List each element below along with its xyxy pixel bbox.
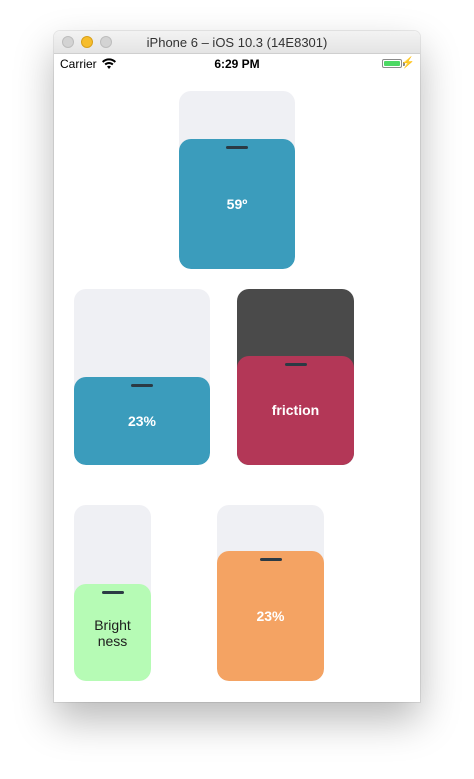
drag-handle-icon[interactable] (259, 557, 282, 561)
slider-value: 59º (226, 196, 248, 213)
slider-fill: 59º (179, 139, 295, 269)
window-title: iPhone 6 – iOS 10.3 (14E8301) (146, 34, 328, 50)
brightness-slider[interactable]: Bright ness (74, 505, 151, 681)
battery-icon (382, 59, 402, 68)
drag-handle-icon[interactable] (101, 591, 124, 595)
clock: 6:29 PM (214, 57, 260, 71)
slider-value: 23% (256, 607, 285, 624)
drag-handle-icon[interactable] (284, 362, 307, 366)
drag-handle-icon[interactable] (226, 146, 248, 150)
slider-fill: friction (237, 355, 354, 465)
percent-slider-orange[interactable]: 23% (217, 505, 324, 681)
slider-fill: 23% (217, 550, 324, 681)
slider-fill: 23% (74, 377, 210, 465)
charging-bolt-icon: ⚡ (401, 57, 415, 69)
slider-fill: Bright ness (74, 584, 151, 681)
slider-value: 23% (127, 413, 157, 429)
minimize-button[interactable] (81, 36, 93, 48)
slider-value: friction (271, 402, 320, 419)
battery-level (384, 61, 400, 66)
title-bar: iPhone 6 – iOS 10.3 (14E8301) (54, 31, 420, 54)
temperature-slider[interactable]: 59º (179, 91, 295, 269)
drag-handle-icon[interactable] (131, 384, 153, 387)
close-button[interactable] (62, 36, 74, 48)
slider-value: Bright ness (94, 616, 131, 649)
zoom-button[interactable] (100, 36, 112, 48)
percent-slider-blue[interactable]: 23% (74, 289, 210, 465)
simulator-window: iPhone 6 – iOS 10.3 (14E8301) Carrier 6:… (54, 31, 420, 702)
status-bar: Carrier 6:29 PM ⚡ (54, 54, 420, 74)
friction-slider[interactable]: friction (237, 289, 354, 465)
